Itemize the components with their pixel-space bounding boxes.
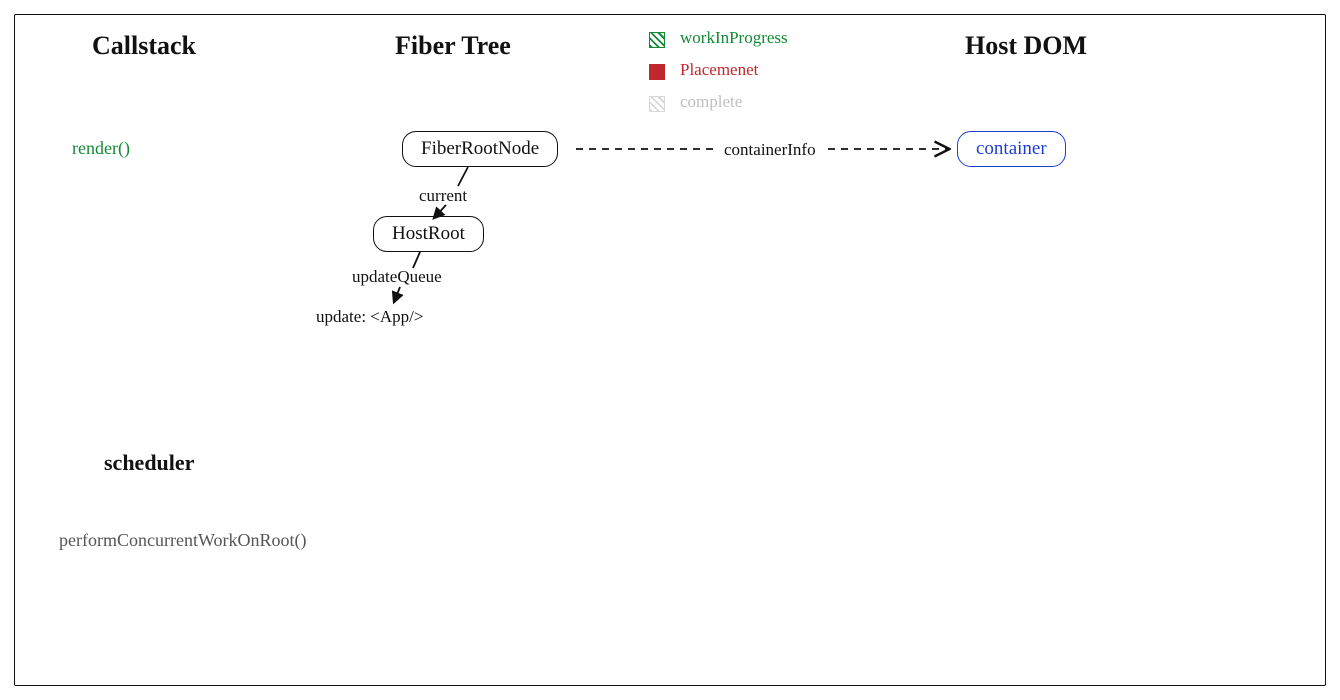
scheduler-item: performConcurrentWorkOnRoot() [59, 530, 306, 551]
host-dom-heading: Host DOM [965, 31, 1087, 61]
fiber-root-node: FiberRootNode [402, 131, 558, 167]
callstack-render: render() [72, 138, 130, 159]
edge-label-update-app: update: <App/> [316, 307, 423, 327]
legend-swatch-placement [649, 64, 665, 80]
scheduler-heading: scheduler [104, 450, 194, 476]
container-node: container [957, 131, 1066, 167]
edge-label-container-info: containerInfo [724, 140, 816, 160]
edge-label-update-queue: updateQueue [352, 267, 442, 287]
legend-label-wip: workInProgress [680, 28, 788, 48]
legend-swatch-complete [649, 96, 665, 112]
legend-swatch-wip [649, 32, 665, 48]
legend-label-complete: complete [680, 92, 742, 112]
edge-label-current: current [419, 186, 467, 206]
legend-label-placement: Placemenet [680, 60, 758, 80]
diagram-frame [14, 14, 1326, 686]
callstack-heading: Callstack [92, 31, 196, 61]
fiber-tree-heading: Fiber Tree [395, 31, 511, 61]
host-root-node: HostRoot [373, 216, 484, 252]
